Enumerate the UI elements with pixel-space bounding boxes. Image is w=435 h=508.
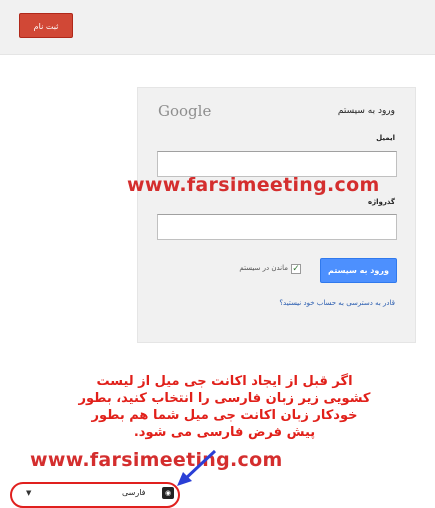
speech-bubble-icon: ◉ xyxy=(162,487,174,499)
password-label: گذرواژه xyxy=(367,198,395,206)
signin-button[interactable]: ورود به سیستم xyxy=(320,258,397,283)
note-line: اگر قبل از ایجاد اکانت جی میل از لیست xyxy=(96,374,353,389)
signup-button[interactable]: ثبت نام xyxy=(19,13,73,38)
pointer-arrow-icon xyxy=(177,449,217,486)
password-field[interactable] xyxy=(157,214,397,240)
account-help-link[interactable]: قادر به دسترسی به حساب خود نیستید؟ xyxy=(279,299,395,307)
signin-title: ورود به سیستم xyxy=(337,106,395,116)
note-line: خودکار زبان اکانت جی میل شما هم بطور xyxy=(91,408,358,423)
language-select[interactable]: ▼ فارسی ◉ xyxy=(26,487,176,502)
language-highlight: ▼ فارسی ◉ xyxy=(10,482,180,508)
caret-down-icon: ▼ xyxy=(26,489,32,497)
note-line: پیش فرض فارسی می شود. xyxy=(133,425,316,440)
note-line: کشویی زیر زبان فارسی را انتخاب کنید، بطو… xyxy=(78,391,371,406)
language-selected: فارسی xyxy=(122,488,146,497)
top-bar: ثبت نام xyxy=(0,0,435,55)
annotation-note: اگر قبل از ایجاد اکانت جی میل از لیست کش… xyxy=(32,373,417,441)
watermark-bottom: www.farsimeeting.com xyxy=(30,449,283,471)
google-logo: Google xyxy=(158,102,212,120)
stay-signed-in-checkbox[interactable]: ✓ xyxy=(291,264,301,274)
email-label: ایمیل xyxy=(376,134,395,142)
stay-signed-in-label: ماندن در سیستم xyxy=(239,264,288,272)
watermark-top: www.farsimeeting.com xyxy=(127,174,380,196)
login-panel: Google ورود به سیستم ایمیل گذرواژه ورود … xyxy=(137,87,416,343)
